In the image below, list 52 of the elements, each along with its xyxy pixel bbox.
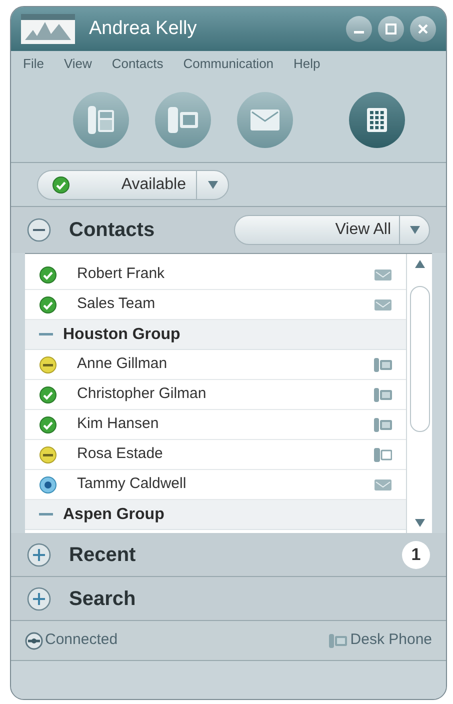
scroll-up-icon[interactable] [414,260,424,268]
minimize-button[interactable] [346,16,372,42]
window-title: Andrea Kelly [89,16,197,41]
desk-phone-icon [88,106,114,134]
caret-icon [414,519,424,527]
scrollbar[interactable] [406,254,432,533]
envelope-icon[interactable] [374,298,392,310]
count-badge: 1 [402,540,430,568]
menu-item[interactable]: File [23,54,44,74]
maximize-icon [385,23,397,35]
menu-item[interactable]: Communication [183,54,274,74]
video-phone-icon [168,106,198,132]
view-filter-dropdown[interactable]: View All [234,215,430,245]
contact-name: Christopher Gilman [77,384,206,404]
device-label: Desk Phone [350,630,432,650]
caret-icon [410,226,420,234]
minimize-icon [353,30,365,34]
desk-phone-icon[interactable] [374,418,392,432]
expand-icon[interactable] [27,542,51,566]
section-title: Contacts [69,218,155,243]
contact-name: Tammy Caldwell [77,474,186,494]
section-header[interactable]: Search [11,577,446,621]
section-header[interactable]: Recent 1 [11,533,446,577]
close-button[interactable] [410,16,436,42]
envelope-icon [250,108,280,130]
desk-phone-icon[interactable] [374,388,392,402]
connection-icon [25,632,43,650]
keypad-icon [367,108,387,132]
connection-status: Connected [45,630,118,650]
contact-name: Anne Gillman [77,354,168,374]
scroll-thumb[interactable] [410,286,430,432]
contact-name: Kim Hansen [77,414,159,434]
presence-dropdown[interactable]: Available [37,170,229,200]
group-header[interactable]: Houston Group [25,320,406,350]
contact-name: Rosa Estade [77,444,163,464]
menu-item[interactable]: Contacts [112,54,164,74]
logo-icon [21,14,75,44]
collapse-icon[interactable] [27,218,51,242]
menu-item[interactable]: Help [294,54,320,74]
desk-phone-icon[interactable] [374,358,392,372]
close-icon [417,23,429,35]
desk-phone-icon[interactable] [329,634,348,648]
expand-icon[interactable] [27,586,51,610]
menu-item[interactable]: View [64,54,92,74]
envelope-icon[interactable] [374,268,392,280]
video-phone-icon[interactable] [374,448,392,462]
envelope-icon[interactable] [374,478,392,490]
maximize-button[interactable] [378,16,404,42]
contact-name: Sales Team [77,294,156,314]
caret-icon [208,180,218,188]
contact-name: Robert Frank [77,264,165,284]
group-header[interactable]: Aspen Group [25,500,406,530]
